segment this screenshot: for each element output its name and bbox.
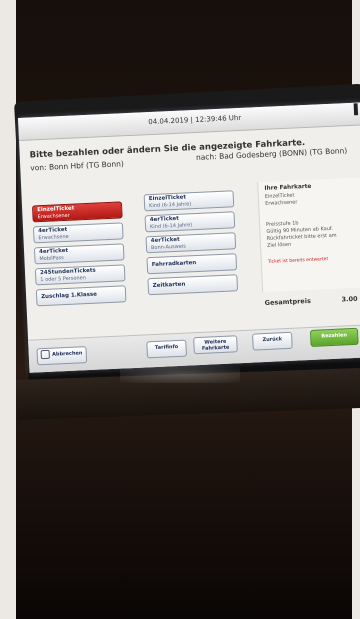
- cancel-icon: [40, 349, 51, 360]
- back-label: Zurück: [262, 336, 283, 344]
- summary-passenger: Erwachsener: [265, 199, 298, 207]
- ticket-4er-erwachsene[interactable]: 4erTicket Erwachsene: [32, 222, 124, 244]
- ticket-einzel-kind[interactable]: EinzelTicket Kind (6-14 Jahre): [143, 190, 235, 212]
- cancel-label: Abbrechen: [51, 350, 83, 358]
- origin-station: von: Bonn Hbf (TG Bonn): [30, 159, 125, 173]
- ticket-label: Fahrradkarten: [151, 260, 197, 269]
- ticket-fahrradkarten[interactable]: Fahrradkarten: [146, 253, 238, 275]
- summary-return-note-2: Ziel lösen: [266, 241, 292, 249]
- back-button[interactable]: Zurück: [252, 331, 293, 351]
- pay-label: Bezahlen: [321, 332, 348, 340]
- cancel-button[interactable]: Abbrechen: [36, 346, 88, 366]
- ticket-label: Zeitkarten: [152, 281, 186, 290]
- ticket-zeitkarten[interactable]: Zeitkarten: [147, 274, 239, 296]
- ticket-4er-mobilpass[interactable]: 4erTicket MobilPass: [33, 243, 125, 265]
- ticket-4er-kind[interactable]: 4erTicket Kind (6-14 Jahre): [144, 211, 236, 233]
- summary-warning: Ticket ist bereits entwertet: [267, 257, 329, 265]
- ticket-24stunden[interactable]: 24StundenTickets 1 oder 5 Personen: [34, 264, 126, 286]
- total-price-value: 3.00 €: [341, 294, 360, 304]
- tariff-info-label: Tarifinfo: [154, 343, 179, 352]
- more-tickets-button[interactable]: Weitere Fahrkarte: [193, 335, 238, 355]
- ticket-machine-screen: 04.04.2019 | 12:39:46 Uhr ▌ Bitte bezahl…: [18, 102, 360, 373]
- edge-icon: ▌: [353, 104, 360, 116]
- ticket-4er-bonn-ausweis[interactable]: 4erTicket Bonn-Ausweis: [145, 232, 237, 254]
- total-price-label: Gesamtpreis: [264, 296, 312, 307]
- pay-button[interactable]: Bezahlen: [309, 327, 359, 347]
- wall-left: [0, 0, 16, 619]
- tariff-info-button[interactable]: Tarifinfo: [146, 339, 187, 359]
- ticket-einzel-erwachsener[interactable]: EinzelTicket Erwachsener: [31, 201, 123, 223]
- datetime: 04.04.2019 | 12:39:46 Uhr: [148, 113, 242, 127]
- light-reflection: [120, 365, 240, 383]
- more-tickets-label-2: Fahrkarte: [201, 344, 230, 352]
- ticket-zuschlag-1-klasse[interactable]: Zuschlag 1.Klasse: [35, 285, 127, 307]
- summary-title: Ihre Fahrkarte: [264, 183, 312, 192]
- ticket-summary-panel: Ihre Fahrkarte EinzelTicket Erwachsener …: [257, 177, 360, 293]
- ticket-label: Zuschlag 1.Klasse: [41, 291, 98, 301]
- photo-background: 04.04.2019 | 12:39:46 Uhr ▌ Bitte bezahl…: [0, 0, 360, 619]
